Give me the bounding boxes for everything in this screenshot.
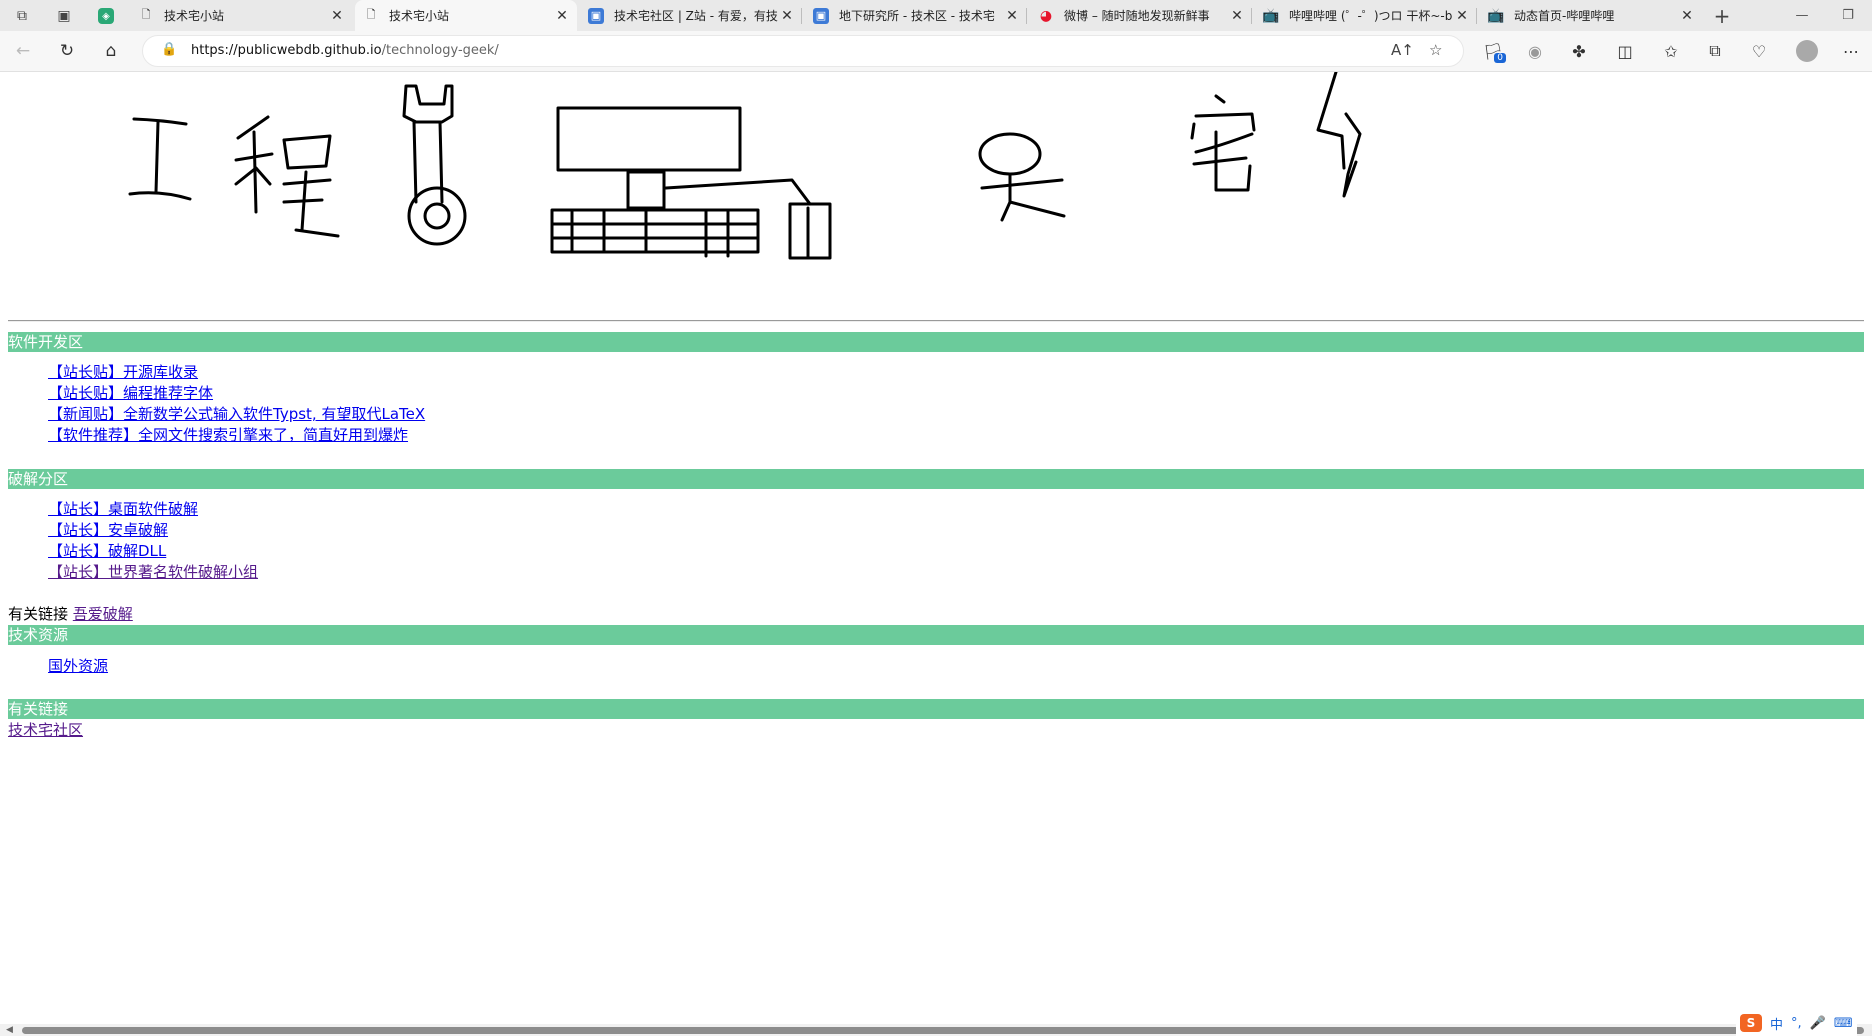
bilibili-like-icon: ▣ <box>588 7 604 24</box>
link-file-search-engine[interactable]: 【软件推荐】全网文件搜索引擎来了，简直好用到爆炸 <box>48 425 425 446</box>
extension-icon[interactable]: ◉ <box>1522 39 1548 63</box>
tab-separator <box>1026 8 1027 24</box>
tab-separator <box>1251 8 1252 24</box>
section-links-cracking: 【站长】桌面软件破解 【站长】安卓破解 【站长】破解DLL 【站长】世界著名软件… <box>48 499 258 583</box>
link-android-cracking[interactable]: 【站长】安卓破解 <box>48 520 258 541</box>
tab-6[interactable]: 📺 动态首页-哔哩哔哩 ✕ <box>1480 0 1702 31</box>
bilibili-like-icon: ▣ <box>813 7 829 24</box>
close-icon[interactable]: ✕ <box>778 8 796 24</box>
tab-1[interactable]: 🗋 技术宅小站 ✕ <box>355 0 577 31</box>
keyboard-icon[interactable]: ⌨ <box>1834 1016 1853 1031</box>
page-icon: 🗋 <box>366 8 376 21</box>
ime-toolbar: S 中 °, 🎤 ⌨ <box>1736 1010 1857 1036</box>
link-open-source-libraries[interactable]: 【站长贴】开源库收录 <box>48 362 425 383</box>
collections-icon[interactable]: ⧉ <box>1702 39 1728 63</box>
section-header-related: 有关链接 <box>8 699 1864 719</box>
link-52pojie[interactable]: 吾爱破解 <box>73 605 133 623</box>
weibo-icon: ◕ <box>1039 7 1053 24</box>
section-links-resources: 国外资源 <box>48 656 108 677</box>
split-screen-icon[interactable]: ◫ <box>1612 39 1638 63</box>
refresh-icon[interactable]: ↻ <box>54 39 80 63</box>
related-links-row: 有关链接 吾爱破解 <box>8 604 133 624</box>
tab-0[interactable]: 🗋 技术宅小站 ✕ <box>130 0 352 31</box>
ime-punctuation[interactable]: °, <box>1791 1016 1802 1031</box>
tab-actions-icon[interactable]: ▣ <box>54 6 74 26</box>
scroll-left-icon[interactable]: ◀ <box>6 1025 13 1035</box>
extension-color-icon[interactable]: 🏳 0 <box>1480 39 1506 63</box>
lock-icon[interactable]: 🔒 <box>161 42 177 57</box>
tab-3[interactable]: ▣ 地下研究所 - 技术区 - 技术宅 ✕ <box>805 0 1027 31</box>
close-icon[interactable]: ✕ <box>1678 8 1696 24</box>
home-icon[interactable]: ⌂ <box>98 39 124 63</box>
section-header-cracking: 破解分区 <box>8 469 1864 489</box>
link-desktop-cracking[interactable]: 【站长】桌面软件破解 <box>48 499 258 520</box>
pinned-tab-icon[interactable]: ◈ <box>98 8 114 24</box>
link-foreign-resources[interactable]: 国外资源 <box>48 656 108 677</box>
tab-separator <box>1476 8 1477 24</box>
section-header-software: 软件开发区 <box>8 332 1864 352</box>
bilibili-icon: 📺 <box>1262 7 1280 24</box>
horizontal-divider <box>8 320 1864 322</box>
link-dll-cracking[interactable]: 【站长】破解DLL <box>48 541 258 562</box>
related-label: 有关链接 <box>8 605 69 623</box>
read-aloud-icon[interactable]: A↑ <box>1391 41 1414 59</box>
close-icon[interactable]: ✕ <box>328 8 346 24</box>
tab-2[interactable]: ▣ 技术宅社区 | Z站 - 有爱，有技 ✕ <box>580 0 802 31</box>
scrollbar-thumb[interactable] <box>22 1027 1864 1034</box>
link-cracking-groups[interactable]: 【站长】世界著名软件破解小组 <box>48 562 258 583</box>
browser-essentials-icon[interactable]: ♡ <box>1746 39 1772 63</box>
favorites-icon[interactable]: ✩ <box>1658 39 1684 63</box>
profile-avatar[interactable] <box>1796 40 1818 62</box>
extensions-puzzle-icon[interactable]: ✤ <box>1566 39 1592 63</box>
close-icon[interactable]: ✕ <box>553 8 571 24</box>
tab-strip: ⧉ ▣ ◈ 🗋 技术宅小站 ✕ 🗋 技术宅小站 ✕ ▣ 技术宅社区 | Z站 -… <box>0 0 1872 31</box>
section-header-resources: 技术资源 <box>8 625 1864 645</box>
minimize-icon[interactable]: — <box>1780 0 1824 31</box>
restore-icon[interactable]: ❐ <box>1826 0 1870 31</box>
browser-toolbar: ← ↻ ⌂ 🔒 https://publicwebdb.github.io/te… <box>0 31 1872 72</box>
close-icon[interactable]: ✕ <box>1228 8 1246 24</box>
microphone-icon[interactable]: 🎤 <box>1810 1016 1826 1031</box>
url-text[interactable]: https://publicwebdb.github.io/technology… <box>191 43 499 58</box>
url-path: /technology-geek/ <box>381 43 499 58</box>
back-icon[interactable]: ← <box>10 39 36 63</box>
workspaces-icon[interactable]: ⧉ <box>12 6 32 26</box>
bilibili-icon: 📺 <box>1487 7 1505 24</box>
sogou-logo-icon[interactable]: S <box>1740 1014 1762 1032</box>
new-tab-icon[interactable]: + <box>1712 4 1732 28</box>
section-links-related: 技术宅社区 <box>8 720 83 740</box>
page-content: 软件开发区 【站长贴】开源库收录 【站长贴】编程推荐字体 【新闻贴】全新数学公式… <box>0 72 1872 1024</box>
url-host: https://publicwebdb.github.io <box>191 43 382 58</box>
link-tech-geek-community[interactable]: 技术宅社区 <box>8 721 83 739</box>
tab-separator <box>801 8 802 24</box>
horizontal-scrollbar[interactable]: ◀ <box>0 1024 1872 1036</box>
address-bar[interactable]: 🔒 https://publicwebdb.github.io/technolo… <box>142 35 1464 67</box>
section-links-software: 【站长贴】开源库收录 【站长贴】编程推荐字体 【新闻贴】全新数学公式输入软件Ty… <box>48 362 425 446</box>
favorite-star-icon[interactable]: ☆ <box>1429 41 1442 59</box>
link-programming-fonts[interactable]: 【站长贴】编程推荐字体 <box>48 383 425 404</box>
more-menu-icon[interactable]: ⋯ <box>1838 39 1864 63</box>
banner-drawing <box>128 72 1362 260</box>
ime-language[interactable]: 中 <box>1770 1014 1783 1033</box>
close-icon[interactable]: ✕ <box>1453 8 1471 24</box>
extension-badge: 0 <box>1494 53 1506 63</box>
tab-5[interactable]: 📺 哔哩哔哩 (゜-゜)つロ 干杯~-b ✕ <box>1255 0 1477 31</box>
close-icon[interactable]: ✕ <box>1003 8 1021 24</box>
tab-4[interactable]: ◕ 微博 – 随时随地发现新鲜事 ✕ <box>1030 0 1252 31</box>
page-icon: 🗋 <box>141 8 151 21</box>
link-typst-news[interactable]: 【新闻贴】全新数学公式输入软件Typst, 有望取代LaTeX <box>48 404 425 425</box>
